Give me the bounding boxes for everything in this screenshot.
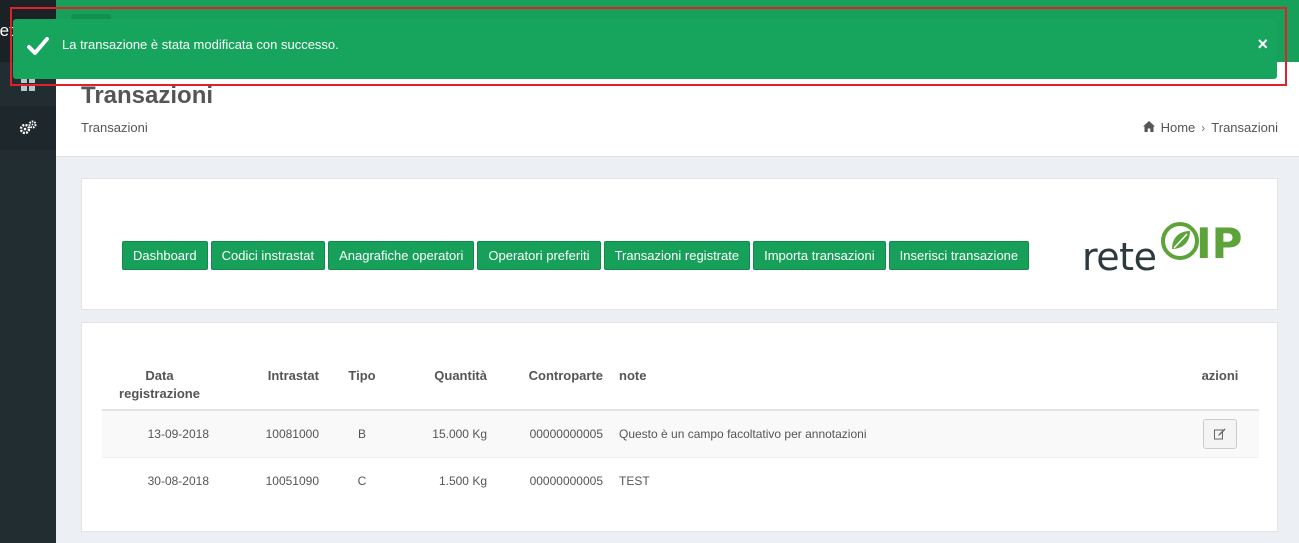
codici-instrastat-button[interactable]: Codici instrastat [210,241,326,270]
nav-button-row: Dashboard Codici instrastat Anagrafiche … [122,241,1030,270]
page-title: Transazioni [81,82,214,109]
edit-icon [1214,428,1226,440]
navigation-box: Dashboard Codici instrastat Anagrafiche … [81,178,1278,310]
cell-date: 13-09-2018 [102,409,217,457]
cell-date: 30-08-2018 [102,456,217,504]
date-header-line1: Data [145,368,174,383]
importa-transazioni-button[interactable]: Importa transazioni [753,241,886,270]
home-icon [1142,120,1155,135]
cell-intrastat: 10051090 [217,456,327,504]
gears-icon [19,120,37,135]
column-header-controparte[interactable]: Controparte [495,361,611,411]
column-header-intrastat[interactable]: Intrastat [217,361,327,411]
page-subtitle: Transazioni [81,120,148,135]
cell-actions [1181,456,1259,504]
alert-highlight-frame [10,7,1287,86]
cell-tipo: B [327,409,397,457]
column-header-note[interactable]: note [611,361,1181,411]
cell-controparte: 00000000005 [495,409,611,457]
sidebar-item-settings[interactable] [0,106,56,150]
breadcrumb-separator-icon: › [1201,120,1206,135]
table-row: 13-09-2018 10081000 B 15.000 Kg 00000000… [102,409,1259,457]
breadcrumb: Home › Transazioni [1142,120,1278,135]
edit-button[interactable] [1203,418,1237,449]
table-row: 30-08-2018 10051090 C 1.500 Kg 000000000… [102,456,1259,504]
transactions-table: Data registrazione Intrastat Tipo Quantit… [102,361,1259,504]
logo-text: rete [1082,235,1157,279]
inserisci-transazione-button[interactable]: Inserisci transazione [888,241,1030,270]
column-header-tipo[interactable]: Tipo [327,361,397,411]
cell-note: Questo è un campo facoltativo per annota… [611,409,1181,457]
cell-actions [1181,409,1259,457]
column-header-azioni: azioni [1181,361,1259,411]
reteoip-logo: rete IP [1082,215,1252,279]
cell-controparte: 00000000005 [495,456,611,504]
table-header-row: Data registrazione Intrastat Tipo Quantit… [102,361,1259,411]
cell-quantita: 15.000 Kg [397,409,495,457]
cell-tipo: C [327,456,397,504]
logo-ip-text: IP [1196,219,1243,268]
column-header-date[interactable]: Data registrazione [102,361,217,411]
dashboard-button[interactable]: Dashboard [122,241,208,270]
operatori-preferiti-button[interactable]: Operatori preferiti [477,241,601,270]
transactions-box: Data registrazione Intrastat Tipo Quantit… [81,322,1278,532]
anagrafiche-operatori-button[interactable]: Anagrafiche operatori [328,241,475,270]
cell-intrastat: 10081000 [217,409,327,457]
breadcrumb-current: Transazioni [1211,120,1278,135]
date-header-line2: registrazione [119,386,200,401]
transazioni-registrate-button[interactable]: Transazioni registrate [603,241,751,270]
cell-note: TEST [611,456,1181,504]
breadcrumb-home[interactable]: Home [1161,120,1196,135]
column-header-quantita[interactable]: Quantità [397,361,495,411]
leaf-icon [1161,222,1199,260]
cell-quantita: 1.500 Kg [397,456,495,504]
